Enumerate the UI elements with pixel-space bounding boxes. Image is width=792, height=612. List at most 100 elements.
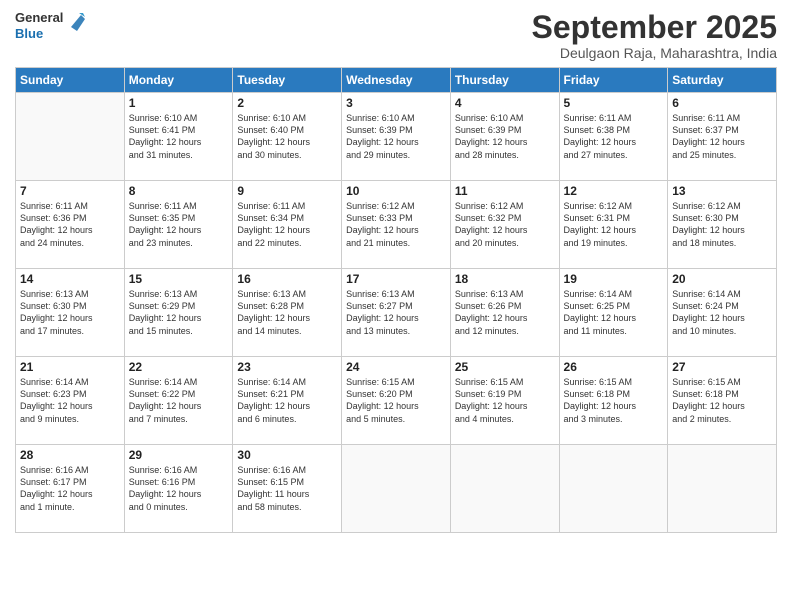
- weekday-header: Thursday: [450, 68, 559, 93]
- calendar-cell: 25 Sunrise: 6:15 AM Sunset: 6:19 PM Dayli…: [450, 357, 559, 445]
- day-number: 17: [346, 272, 446, 286]
- calendar: SundayMondayTuesdayWednesdayThursdayFrid…: [15, 67, 777, 533]
- weekday-header: Monday: [124, 68, 233, 93]
- calendar-cell: 3 Sunrise: 6:10 AM Sunset: 6:39 PM Daylig…: [342, 93, 451, 181]
- day-number: 18: [455, 272, 555, 286]
- calendar-cell: [16, 93, 125, 181]
- calendar-cell: 26 Sunrise: 6:15 AM Sunset: 6:18 PM Dayli…: [559, 357, 668, 445]
- calendar-cell: 15 Sunrise: 6:13 AM Sunset: 6:29 PM Dayli…: [124, 269, 233, 357]
- day-number: 30: [237, 448, 337, 462]
- calendar-cell: 13Sunrise: 6:12 AM Sunset: 6:30 PM Dayli…: [668, 181, 777, 269]
- calendar-cell: 21 Sunrise: 6:14 AM Sunset: 6:23 PM Dayli…: [16, 357, 125, 445]
- day-info: Sunrise: 6:13 AM Sunset: 6:26 PM Dayligh…: [455, 288, 555, 337]
- day-info: Sunrise: 6:10 AM Sunset: 6:39 PM Dayligh…: [455, 112, 555, 161]
- day-info: Sunrise: 6:11 AM Sunset: 6:34 PM Dayligh…: [237, 200, 337, 249]
- logo-icon: [67, 11, 87, 36]
- day-number: 7: [20, 184, 120, 198]
- day-info: Sunrise: 6:13 AM Sunset: 6:27 PM Dayligh…: [346, 288, 446, 337]
- calendar-cell: 29Sunrise: 6:16 AM Sunset: 6:16 PM Dayli…: [124, 445, 233, 533]
- day-number: 5: [564, 96, 664, 110]
- day-number: 19: [564, 272, 664, 286]
- day-number: 24: [346, 360, 446, 374]
- day-info: Sunrise: 6:12 AM Sunset: 6:30 PM Dayligh…: [672, 200, 772, 249]
- day-info: Sunrise: 6:15 AM Sunset: 6:20 PM Dayligh…: [346, 376, 446, 425]
- calendar-cell: 7Sunrise: 6:11 AM Sunset: 6:36 PM Daylig…: [16, 181, 125, 269]
- day-info: Sunrise: 6:14 AM Sunset: 6:23 PM Dayligh…: [20, 376, 120, 425]
- day-info: Sunrise: 6:13 AM Sunset: 6:28 PM Dayligh…: [237, 288, 337, 337]
- day-number: 8: [129, 184, 229, 198]
- calendar-cell: 17 Sunrise: 6:13 AM Sunset: 6:27 PM Dayli…: [342, 269, 451, 357]
- day-number: 26: [564, 360, 664, 374]
- month-title: September 2025: [532, 10, 777, 45]
- day-number: 14: [20, 272, 120, 286]
- calendar-cell: 9 Sunrise: 6:11 AM Sunset: 6:34 PM Daylig…: [233, 181, 342, 269]
- calendar-cell: 11 Sunrise: 6:12 AM Sunset: 6:32 PM Dayli…: [450, 181, 559, 269]
- day-number: 12: [564, 184, 664, 198]
- title-block: September 2025 Deulgaon Raja, Maharashtr…: [532, 10, 777, 61]
- day-number: 25: [455, 360, 555, 374]
- calendar-cell: 12 Sunrise: 6:12 AM Sunset: 6:31 PM Dayli…: [559, 181, 668, 269]
- calendar-cell: 6 Sunrise: 6:11 AM Sunset: 6:37 PM Daylig…: [668, 93, 777, 181]
- day-info: Sunrise: 6:10 AM Sunset: 6:39 PM Dayligh…: [346, 112, 446, 161]
- day-number: 16: [237, 272, 337, 286]
- weekday-header: Friday: [559, 68, 668, 93]
- calendar-cell: 1 Sunrise: 6:10 AM Sunset: 6:41 PM Daylig…: [124, 93, 233, 181]
- calendar-cell: 16 Sunrise: 6:13 AM Sunset: 6:28 PM Dayli…: [233, 269, 342, 357]
- day-info: Sunrise: 6:12 AM Sunset: 6:31 PM Dayligh…: [564, 200, 664, 249]
- day-number: 29: [129, 448, 229, 462]
- day-info: Sunrise: 6:14 AM Sunset: 6:21 PM Dayligh…: [237, 376, 337, 425]
- day-number: 22: [129, 360, 229, 374]
- calendar-cell: [668, 445, 777, 533]
- calendar-cell: 19 Sunrise: 6:14 AM Sunset: 6:25 PM Dayli…: [559, 269, 668, 357]
- day-info: Sunrise: 6:14 AM Sunset: 6:25 PM Dayligh…: [564, 288, 664, 337]
- calendar-cell: 20 Sunrise: 6:14 AM Sunset: 6:24 PM Dayli…: [668, 269, 777, 357]
- weekday-header: Tuesday: [233, 68, 342, 93]
- day-info: Sunrise: 6:13 AM Sunset: 6:30 PM Dayligh…: [20, 288, 120, 337]
- day-info: Sunrise: 6:15 AM Sunset: 6:18 PM Dayligh…: [564, 376, 664, 425]
- calendar-cell: 10 Sunrise: 6:12 AM Sunset: 6:33 PM Dayli…: [342, 181, 451, 269]
- weekday-header: Saturday: [668, 68, 777, 93]
- day-number: 21: [20, 360, 120, 374]
- day-number: 1: [129, 96, 229, 110]
- day-info: Sunrise: 6:10 AM Sunset: 6:41 PM Dayligh…: [129, 112, 229, 161]
- day-info: Sunrise: 6:15 AM Sunset: 6:18 PM Dayligh…: [672, 376, 772, 425]
- calendar-cell: 8 Sunrise: 6:11 AM Sunset: 6:35 PM Daylig…: [124, 181, 233, 269]
- day-info: Sunrise: 6:11 AM Sunset: 6:38 PM Dayligh…: [564, 112, 664, 161]
- day-info: Sunrise: 6:12 AM Sunset: 6:32 PM Dayligh…: [455, 200, 555, 249]
- calendar-cell: 23 Sunrise: 6:14 AM Sunset: 6:21 PM Dayli…: [233, 357, 342, 445]
- calendar-cell: 27Sunrise: 6:15 AM Sunset: 6:18 PM Dayli…: [668, 357, 777, 445]
- day-info: Sunrise: 6:12 AM Sunset: 6:33 PM Dayligh…: [346, 200, 446, 249]
- day-number: 3: [346, 96, 446, 110]
- calendar-cell: [342, 445, 451, 533]
- logo: General Blue: [15, 10, 87, 41]
- calendar-cell: [450, 445, 559, 533]
- calendar-cell: [559, 445, 668, 533]
- logo-text: General Blue: [15, 10, 63, 41]
- day-number: 9: [237, 184, 337, 198]
- day-info: Sunrise: 6:14 AM Sunset: 6:24 PM Dayligh…: [672, 288, 772, 337]
- day-number: 6: [672, 96, 772, 110]
- day-info: Sunrise: 6:15 AM Sunset: 6:19 PM Dayligh…: [455, 376, 555, 425]
- calendar-cell: 28 Sunrise: 6:16 AM Sunset: 6:17 PM Dayli…: [16, 445, 125, 533]
- day-info: Sunrise: 6:11 AM Sunset: 6:35 PM Dayligh…: [129, 200, 229, 249]
- calendar-cell: 22 Sunrise: 6:14 AM Sunset: 6:22 PM Dayli…: [124, 357, 233, 445]
- day-number: 20: [672, 272, 772, 286]
- day-number: 15: [129, 272, 229, 286]
- calendar-cell: 18 Sunrise: 6:13 AM Sunset: 6:26 PM Dayli…: [450, 269, 559, 357]
- day-info: Sunrise: 6:16 AM Sunset: 6:17 PM Dayligh…: [20, 464, 120, 513]
- calendar-cell: 14 Sunrise: 6:13 AM Sunset: 6:30 PM Dayli…: [16, 269, 125, 357]
- day-info: Sunrise: 6:14 AM Sunset: 6:22 PM Dayligh…: [129, 376, 229, 425]
- day-number: 10: [346, 184, 446, 198]
- day-info: Sunrise: 6:13 AM Sunset: 6:29 PM Dayligh…: [129, 288, 229, 337]
- day-info: Sunrise: 6:11 AM Sunset: 6:37 PM Dayligh…: [672, 112, 772, 161]
- calendar-cell: 30 Sunrise: 6:16 AM Sunset: 6:15 PM Dayli…: [233, 445, 342, 533]
- day-info: Sunrise: 6:16 AM Sunset: 6:15 PM Dayligh…: [237, 464, 337, 513]
- day-number: 23: [237, 360, 337, 374]
- weekday-header: Wednesday: [342, 68, 451, 93]
- day-number: 11: [455, 184, 555, 198]
- day-number: 28: [20, 448, 120, 462]
- day-number: 4: [455, 96, 555, 110]
- day-info: Sunrise: 6:10 AM Sunset: 6:40 PM Dayligh…: [237, 112, 337, 161]
- calendar-cell: 24 Sunrise: 6:15 AM Sunset: 6:20 PM Dayli…: [342, 357, 451, 445]
- calendar-cell: 4 Sunrise: 6:10 AM Sunset: 6:39 PM Daylig…: [450, 93, 559, 181]
